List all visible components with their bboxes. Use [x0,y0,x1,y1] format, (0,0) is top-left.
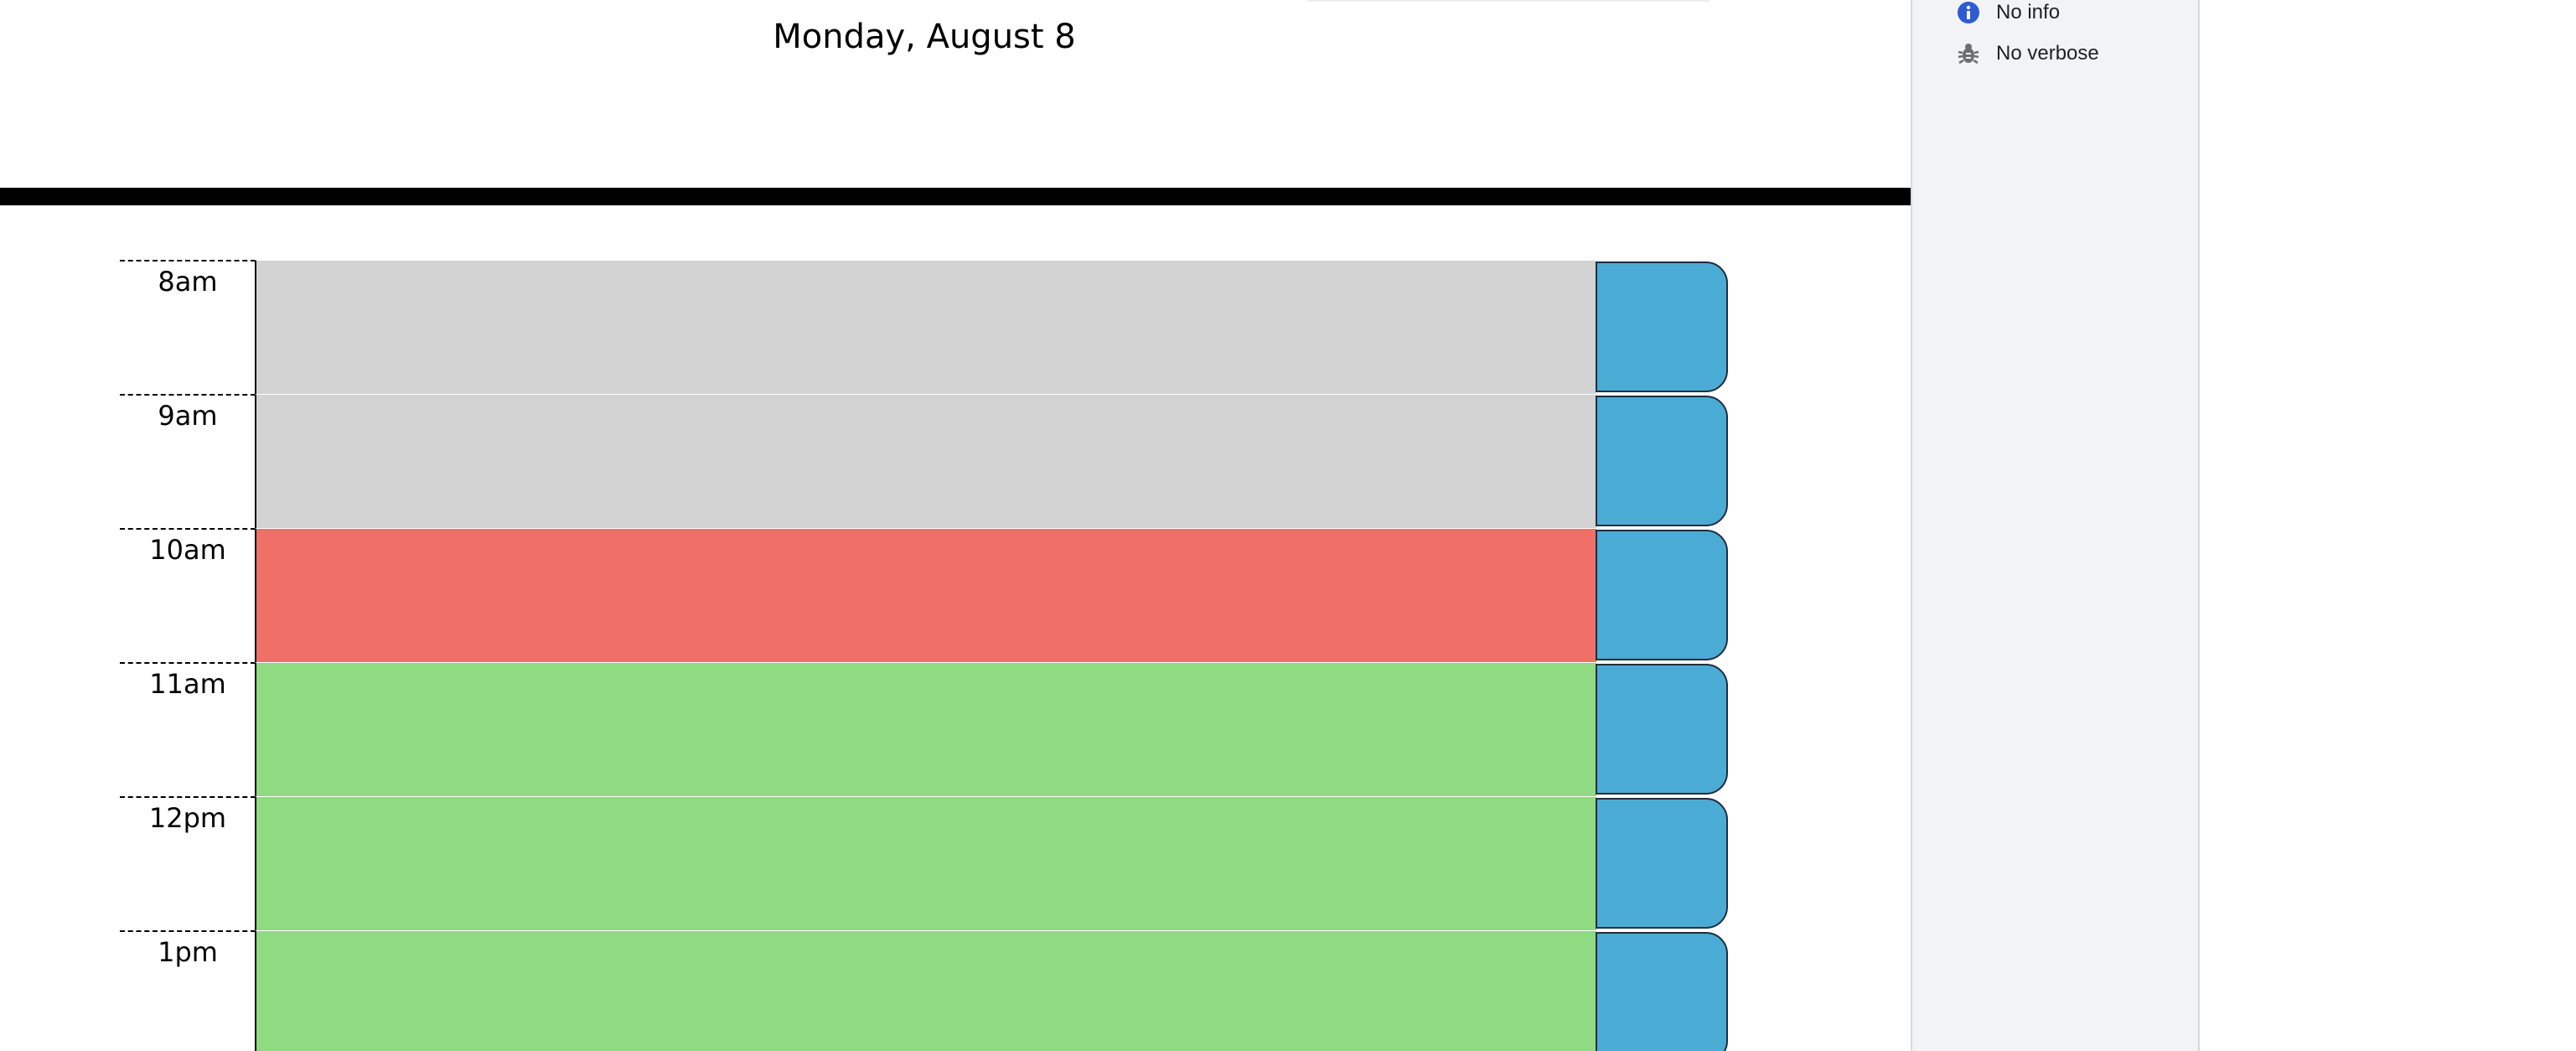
save-button[interactable] [1596,261,1728,392]
save-button[interactable] [1596,530,1728,660]
bug-icon [1956,41,1981,66]
hour-label: 10am [120,528,256,662]
console-sidebar: No info No verbose [1911,0,2200,1051]
time-block: 1pm [0,930,1743,1051]
current-day: Monday, August 8 [773,18,1076,56]
save-button[interactable] [1596,932,1728,1051]
task-input[interactable] [255,662,1596,796]
hour-label: 11am [120,662,256,796]
save-button[interactable] [1596,664,1728,795]
hour-label: 12pm [120,796,256,930]
time-block: 10am [0,528,1743,662]
hour-label: 1pm [120,930,256,1051]
sidebar-item-label: No info [1996,1,2061,23]
time-block: 12pm [0,796,1743,930]
task-input[interactable] [255,796,1596,930]
info-icon [1956,0,1981,25]
task-input[interactable] [255,394,1596,528]
scheduler-page: Monday, August 8 8am 9am 10am 11am 12pm … [0,0,1911,1051]
save-button[interactable] [1596,396,1728,526]
task-input[interactable] [255,260,1596,394]
header-divider [0,188,1911,205]
header-shadow [1307,0,1710,3]
sidebar-item-verbose[interactable]: No verbose [1956,39,2099,68]
sidebar-item-label: No verbose [1996,42,2099,65]
task-input[interactable] [255,528,1596,662]
task-input[interactable] [255,930,1596,1051]
time-block: 9am [0,394,1743,528]
save-button[interactable] [1596,798,1728,929]
sidebar-item-info[interactable]: No info [1956,0,2060,27]
hour-label: 8am [120,260,256,394]
time-block: 8am [0,260,1743,394]
time-block: 11am [0,662,1743,796]
hour-label: 9am [120,394,256,528]
